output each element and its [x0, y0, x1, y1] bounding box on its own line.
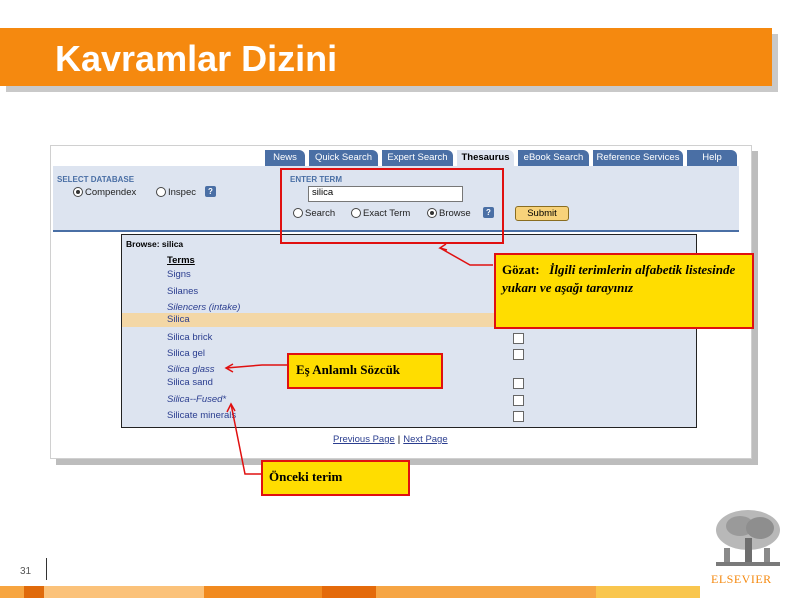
browse-callout-label: Gözat: [502, 262, 540, 277]
browse-title: Browse: silica [126, 239, 184, 249]
term-link[interactable]: Silica [167, 314, 190, 325]
synonym-callout-text: Eş Anlamlı Sözcük [296, 362, 401, 377]
next-page-link[interactable]: Next Page [403, 434, 447, 445]
term-link[interactable]: Silica sand [167, 377, 213, 388]
term-row: Silica brick [122, 331, 696, 345]
term-checkbox[interactable] [513, 333, 524, 344]
footer-bar [376, 586, 596, 598]
tab-help[interactable]: Help [687, 150, 737, 166]
help-icon[interactable]: ? [205, 186, 216, 197]
term-checkbox[interactable] [513, 378, 524, 389]
submit-button[interactable]: Submit [515, 206, 569, 221]
footer-bar [596, 586, 700, 598]
tab-quick-search[interactable]: Quick Search [309, 150, 378, 166]
term-link[interactable]: Silica glass [167, 364, 215, 375]
tab-expert-search[interactable]: Expert Search [382, 150, 453, 166]
term-row: Silica--Fused* [122, 393, 696, 407]
tab-ebook-search[interactable]: eBook Search [518, 150, 589, 166]
term-link[interactable]: Silica--Fused* [167, 394, 226, 405]
inspec-option[interactable]: Inspec [156, 187, 196, 198]
footer-bar [204, 586, 322, 598]
radio-icon[interactable] [156, 187, 166, 198]
slide-title: Kavramlar Dizini [55, 38, 338, 79]
select-database-label: SELECT DATABASE [57, 175, 135, 184]
previous-term-callout: Önceki terim [261, 460, 410, 496]
radio-selected-icon[interactable] [73, 187, 83, 198]
tab-thesaurus[interactable]: Thesaurus [457, 150, 514, 166]
term-link[interactable]: Silencers (intake) [167, 302, 240, 313]
browse-callout: Gözat: İlgili terimlerin alfabetik liste… [494, 253, 754, 329]
term-link[interactable]: Silica brick [167, 332, 212, 343]
title-bar: Kavramlar Dizini [0, 28, 772, 86]
term-link[interactable]: Silanes [167, 286, 198, 297]
elsevier-tree-icon [712, 508, 784, 570]
term-checkbox[interactable] [513, 395, 524, 406]
previous-page-link[interactable]: Previous Page [333, 434, 395, 445]
term-row: Silicate minerals [122, 409, 696, 423]
footer-divider [46, 558, 47, 580]
footer-bar [44, 586, 204, 598]
elsevier-logo: ELSEVIER [711, 572, 772, 586]
pagination: Previous Page | Next Page [333, 434, 448, 445]
term-link[interactable]: Signs [167, 269, 191, 280]
footer-bar [322, 586, 376, 598]
previous-term-callout-text: Önceki terim [269, 469, 343, 484]
synonym-callout: Eş Anlamlı Sözcük [287, 353, 443, 389]
tab-news[interactable]: News [265, 150, 305, 166]
tab-reference-services[interactable]: Reference Services [593, 150, 683, 166]
term-link[interactable]: Silicate minerals [167, 410, 236, 421]
term-checkbox[interactable] [513, 349, 524, 360]
highlight-box [280, 168, 504, 244]
page-number: 31 [20, 566, 32, 577]
pager-separator: | [397, 434, 401, 445]
term-link[interactable]: Silica gel [167, 348, 205, 359]
footer-bar [24, 586, 44, 598]
term-checkbox[interactable] [513, 411, 524, 422]
footer-bar [0, 586, 24, 598]
terms-header: Terms [167, 255, 195, 266]
compendex-option[interactable]: Compendex [73, 187, 136, 198]
